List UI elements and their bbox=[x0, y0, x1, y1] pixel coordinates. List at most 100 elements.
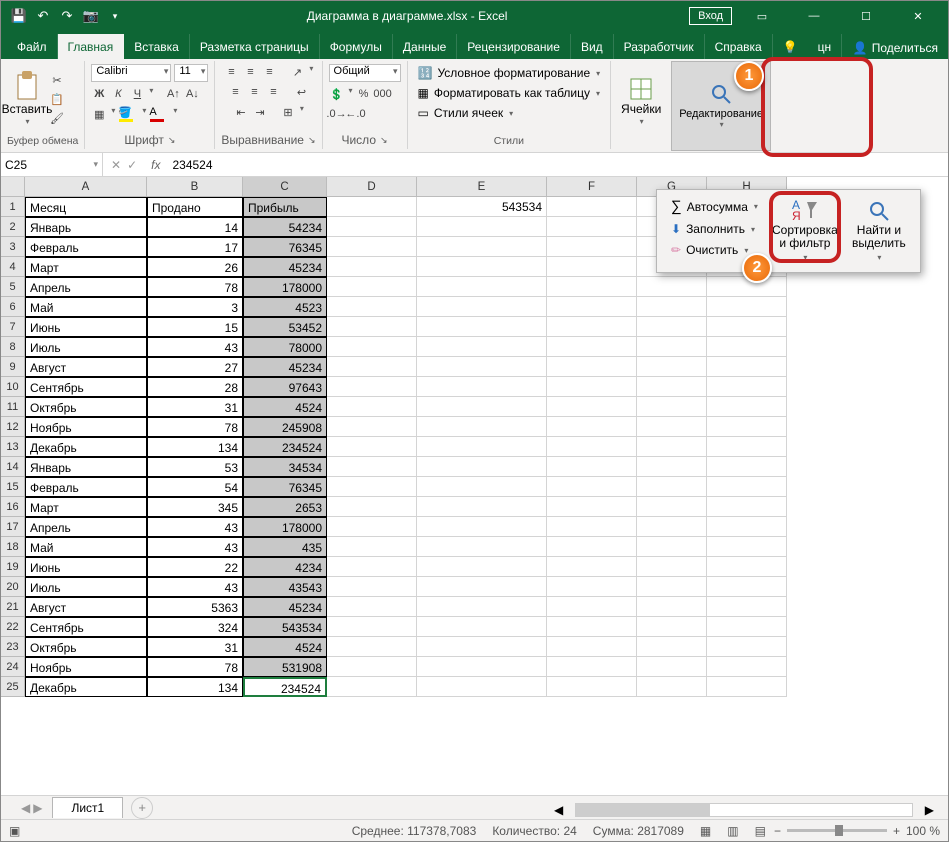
cell[interactable] bbox=[327, 577, 417, 597]
cell[interactable] bbox=[637, 317, 707, 337]
decrease-font-icon[interactable]: A↓ bbox=[184, 86, 200, 102]
cell[interactable] bbox=[547, 357, 637, 377]
row-header-17[interactable]: 17 bbox=[1, 517, 25, 537]
cell[interactable] bbox=[417, 457, 547, 477]
row-header-7[interactable]: 7 bbox=[1, 317, 25, 337]
row-header-9[interactable]: 9 bbox=[1, 357, 25, 377]
row-header-22[interactable]: 22 bbox=[1, 617, 25, 637]
tell-me[interactable]: 💡 цн bbox=[773, 34, 842, 59]
cell[interactable] bbox=[547, 297, 637, 317]
align-middle-icon[interactable]: ≡ bbox=[242, 64, 258, 80]
cell[interactable] bbox=[637, 397, 707, 417]
tab-вставка[interactable]: Вставка bbox=[124, 34, 190, 59]
undo-icon[interactable]: ↶ bbox=[33, 6, 53, 26]
cell[interactable]: Март bbox=[25, 257, 147, 277]
cell[interactable] bbox=[327, 677, 417, 697]
cell[interactable]: Август bbox=[25, 597, 147, 617]
cell[interactable] bbox=[417, 377, 547, 397]
cell[interactable] bbox=[417, 397, 547, 417]
cell[interactable] bbox=[327, 537, 417, 557]
row-header-19[interactable]: 19 bbox=[1, 557, 25, 577]
font-name-select[interactable]: Calibri bbox=[91, 64, 171, 82]
tab-формулы[interactable]: Формулы bbox=[320, 34, 393, 59]
row-header-25[interactable]: 25 bbox=[1, 677, 25, 697]
cell[interactable] bbox=[547, 317, 637, 337]
fill-button[interactable]: ⬇Заполнить▾ bbox=[667, 220, 762, 238]
cell[interactable] bbox=[707, 557, 787, 577]
cell[interactable] bbox=[417, 277, 547, 297]
cell[interactable] bbox=[327, 417, 417, 437]
cell[interactable] bbox=[547, 537, 637, 557]
zoom-slider[interactable] bbox=[787, 829, 887, 832]
merge-cells-icon[interactable]: ⊞ bbox=[280, 104, 296, 120]
row-header-21[interactable]: 21 bbox=[1, 597, 25, 617]
cell[interactable] bbox=[547, 477, 637, 497]
cell[interactable]: Апрель bbox=[25, 277, 147, 297]
cell[interactable] bbox=[637, 677, 707, 697]
cell[interactable]: 5363 bbox=[147, 597, 243, 617]
cell[interactable] bbox=[707, 497, 787, 517]
cell[interactable]: Июль bbox=[25, 577, 147, 597]
align-top-icon[interactable]: ≡ bbox=[223, 64, 239, 80]
cell[interactable] bbox=[707, 357, 787, 377]
cell[interactable] bbox=[637, 457, 707, 477]
tab-разметка страницы[interactable]: Разметка страницы bbox=[190, 34, 320, 59]
cell[interactable] bbox=[637, 437, 707, 457]
cell[interactable]: 53452 bbox=[243, 317, 327, 337]
format-as-table-button[interactable]: ▦Форматировать как таблицу▾ bbox=[414, 84, 605, 102]
paste-button[interactable]: Вставить ▾ bbox=[7, 69, 47, 129]
cell[interactable] bbox=[327, 397, 417, 417]
row-header-5[interactable]: 5 bbox=[1, 277, 25, 297]
cell[interactable] bbox=[547, 337, 637, 357]
cell[interactable] bbox=[707, 657, 787, 677]
col-header-D[interactable]: D bbox=[327, 177, 417, 197]
cell[interactable]: Декабрь bbox=[25, 677, 147, 697]
cell[interactable]: 28 bbox=[147, 377, 243, 397]
cell[interactable]: 324 bbox=[147, 617, 243, 637]
login-button[interactable]: Вход bbox=[689, 7, 732, 25]
row-header-16[interactable]: 16 bbox=[1, 497, 25, 517]
tab-файл[interactable]: Файл bbox=[7, 34, 58, 59]
cell[interactable] bbox=[637, 277, 707, 297]
sheet-nav-next-icon[interactable]: ▶ bbox=[33, 801, 42, 815]
cell[interactable] bbox=[417, 577, 547, 597]
cell[interactable] bbox=[327, 657, 417, 677]
cell[interactable]: 31 bbox=[147, 637, 243, 657]
cell[interactable] bbox=[327, 217, 417, 237]
add-sheet-button[interactable]: + bbox=[131, 797, 153, 819]
cell[interactable]: Месяц bbox=[25, 197, 147, 217]
cell[interactable]: 76345 bbox=[243, 237, 327, 257]
conditional-formatting-button[interactable]: 🔢Условное форматирование▾ bbox=[414, 64, 605, 82]
cell[interactable]: Ноябрь bbox=[25, 657, 147, 677]
cell[interactable]: 531908 bbox=[243, 657, 327, 677]
cell[interactable] bbox=[707, 617, 787, 637]
cell[interactable] bbox=[417, 677, 547, 697]
cell[interactable] bbox=[417, 437, 547, 457]
zoom-in-button[interactable]: + bbox=[893, 824, 900, 838]
horizontal-scrollbar[interactable]: ◀▶ bbox=[554, 801, 934, 819]
cell[interactable] bbox=[707, 637, 787, 657]
cell[interactable] bbox=[707, 337, 787, 357]
increase-indent-icon[interactable]: ⇥ bbox=[252, 104, 268, 120]
cell[interactable] bbox=[417, 517, 547, 537]
orientation-icon[interactable]: ↗ bbox=[289, 64, 305, 80]
cell[interactable] bbox=[707, 477, 787, 497]
bold-button[interactable]: Ж bbox=[91, 86, 107, 102]
find-select-button[interactable]: Найти и выделить▾ bbox=[842, 194, 916, 268]
cell[interactable] bbox=[637, 537, 707, 557]
cell[interactable] bbox=[547, 217, 637, 237]
cell[interactable] bbox=[637, 637, 707, 657]
cell[interactable] bbox=[417, 417, 547, 437]
cell[interactable]: 78000 bbox=[243, 337, 327, 357]
cell[interactable]: Февраль bbox=[25, 477, 147, 497]
select-all-button[interactable] bbox=[1, 177, 25, 197]
cell[interactable] bbox=[417, 337, 547, 357]
col-header-E[interactable]: E bbox=[417, 177, 547, 197]
cell[interactable] bbox=[417, 297, 547, 317]
cell[interactable]: 4524 bbox=[243, 397, 327, 417]
cell[interactable] bbox=[547, 277, 637, 297]
cell[interactable] bbox=[417, 617, 547, 637]
fill-color-button[interactable]: 🪣 bbox=[118, 106, 138, 122]
cell[interactable] bbox=[327, 497, 417, 517]
align-left-icon[interactable]: ≡ bbox=[227, 84, 243, 100]
